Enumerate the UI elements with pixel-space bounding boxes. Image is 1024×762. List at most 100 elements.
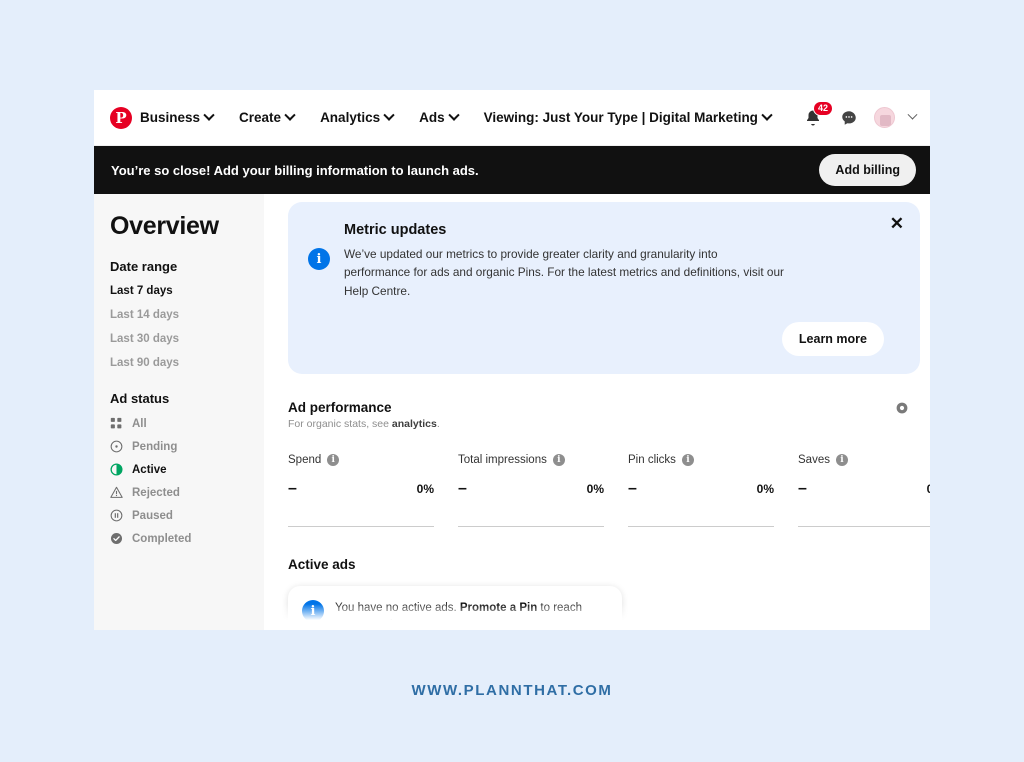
account-viewing-label: Viewing: Just Your Type | Digital Market… [483,110,758,125]
learn-more-button[interactable]: Learn more [781,322,884,356]
nav-item-analytics-label: Analytics [320,110,381,125]
chevron-down-icon [284,109,296,121]
metric-divider [628,526,774,527]
nav-item-ads-label: Ads [419,110,445,125]
chevron-down-icon [761,109,773,121]
ad-status-pending-label: Pending [132,440,178,453]
account-viewing-selector[interactable]: Viewing: Just Your Type | Digital Market… [483,109,773,125]
billing-banner: You’re so close! Add your billing inform… [94,146,930,194]
info-icon[interactable]: i [681,454,694,466]
ad-status-rejected-label: Rejected [132,486,180,499]
metric-total-impressions-values: – 0% [458,480,628,498]
date-option-last-14-days[interactable]: Last 14 days [110,309,264,321]
ad-status-paused-label: Paused [132,509,173,522]
ad-status-all-label: All [132,417,147,430]
metric-pin-clicks-label: Pin clicks [628,454,676,466]
metric-spend-head: Spend i [288,454,458,466]
nav-item-create-label: Create [239,110,282,125]
ad-status-pending[interactable]: Pending [110,440,264,453]
ad-status-heading: Ad status [110,391,170,406]
chat-bubble-icon [842,110,856,125]
pinterest-ads-window: P Business Create Analytics Ads Viewing:… [94,90,930,630]
nav-item-analytics[interactable]: Analytics [320,109,395,125]
metric-pin-clicks-value: – [628,480,637,497]
active-ads-title: Active ads [288,557,356,572]
metric-total-impressions-value: – [458,480,467,497]
half-filled-circle-icon [110,463,123,476]
ad-status-all[interactable]: All [110,417,264,430]
analytics-link[interactable]: analytics [392,418,437,430]
metric-updates-title: Metric updates [344,222,447,238]
metric-divider [458,526,604,527]
messages-button[interactable] [838,107,860,129]
metric-spend-values: – 0% [288,480,458,498]
date-option-last-30-days[interactable]: Last 30 days [110,333,264,345]
ad-performance-subtitle: For organic stats, see analytics. [288,418,910,430]
date-range-heading: Date range [110,259,178,274]
ad-performance-subtitle-prefix: For organic stats, see [288,418,392,430]
footer-watermark: WWW.PLANNTHAT.COM [411,682,613,699]
ad-status-completed[interactable]: Completed [110,532,264,545]
metric-divider [288,526,434,527]
avatar[interactable] [874,107,895,128]
close-icon[interactable]: ✕ [890,215,904,232]
ad-status-active[interactable]: Active [110,463,264,476]
metric-saves-head: Saves i [798,454,930,466]
notification-badge: 42 [812,100,833,116]
metric-saves: Saves i – 0% [798,454,930,527]
metrics-row: Spend i – 0% Total impressions i – 0% Pi… [288,454,930,527]
metric-updates-body: We’ve updated our metrics to provide gre… [344,247,784,298]
ad-performance-subtitle-suffix: . [436,418,440,430]
date-option-last-90-days[interactable]: Last 90 days [110,357,264,369]
info-icon[interactable]: i [327,454,340,466]
metric-spend-change: 0% [416,482,434,496]
metric-spend-value: – [288,480,297,497]
nav-actions: 42 [802,100,918,129]
ad-status-completed-label: Completed [132,532,192,545]
gear-icon[interactable] [894,400,910,416]
clock-circle-icon [110,440,123,453]
metric-updates-text-block: Metric updates We’ve updated our metrics… [344,222,784,300]
metric-saves-value: – [798,480,807,497]
metric-spend: Spend i – 0% [288,454,458,527]
metric-updates-banner: ✕ i Metric updates We’ve updated our met… [288,202,920,374]
info-icon[interactable]: i [552,454,565,466]
check-circle-icon [110,532,123,545]
notifications-button[interactable]: 42 [802,100,833,129]
page-title: Overview [110,212,219,240]
metric-total-impressions-head: Total impressions i [458,454,628,466]
add-billing-button[interactable]: Add billing [819,154,916,186]
sidebar: Overview Date range Last 7 days Last 14 … [94,194,264,630]
chevron-down-icon [447,109,460,121]
metric-saves-change: 0% [927,482,930,496]
grid-dots-icon [110,417,122,429]
top-navigation-bar: P Business Create Analytics Ads Viewing:… [94,90,930,146]
ad-performance-section: Ad performance For organic stats, see an… [264,374,930,527]
nav-item-ads[interactable]: Ads [419,109,460,125]
date-option-last-7-days[interactable]: Last 7 days [110,285,264,297]
metric-divider [798,526,930,527]
page-body: Overview Date range Last 7 days Last 14 … [94,194,930,630]
ad-status-rejected[interactable]: Rejected [110,486,264,499]
account-menu-chevron-down-icon[interactable] [907,109,918,120]
nav-item-business[interactable]: Business [140,109,215,125]
metric-total-impressions-change: 0% [586,482,604,496]
chevron-down-icon [383,109,395,121]
info-circle-icon: i [302,600,324,622]
main-content: ✕ i Metric updates We’ve updated our met… [264,194,930,630]
nav-item-create[interactable]: Create [239,109,296,125]
pinterest-logo-icon[interactable]: P [110,106,132,129]
info-icon[interactable]: i [835,454,848,466]
chevron-down-icon [203,109,215,121]
metric-saves-values: – 0% [798,480,930,498]
ad-status-paused[interactable]: Paused [110,509,264,522]
no-active-ads-text: You have no active ads. Promote a Pin to… [335,600,608,630]
metric-pin-clicks-head: Pin clicks i [628,454,798,466]
metric-saves-label: Saves [798,454,830,466]
no-active-ads-prefix: You have no active ads. [335,602,460,614]
info-circle-icon: i [308,248,330,270]
metric-updates-banner-content: i Metric updates We’ve updated our metri… [308,222,900,300]
no-active-ads-notice: i You have no active ads. Promote a Pin … [288,586,622,630]
promote-a-pin-link[interactable]: Promote a Pin [460,602,537,614]
warning-triangle-icon [110,486,123,498]
